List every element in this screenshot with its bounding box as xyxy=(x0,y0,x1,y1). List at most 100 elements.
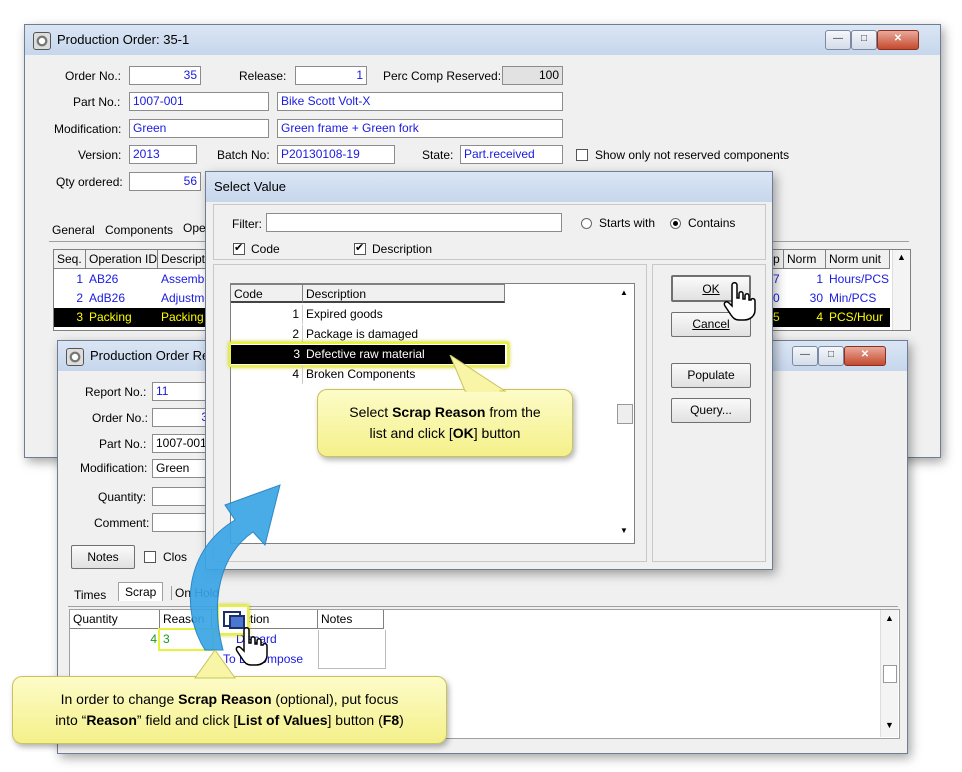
close-button[interactable]: ✕ xyxy=(844,346,886,366)
order-no-label: Order No.: xyxy=(92,411,149,425)
contains-label: Contains xyxy=(688,216,736,230)
filter-input[interactable] xyxy=(266,213,562,232)
scrap-grid-lines xyxy=(318,630,386,669)
scrap-quantity-cell[interactable] xyxy=(70,650,160,669)
scroll-thumb[interactable] xyxy=(617,404,633,424)
release-field[interactable]: 1 xyxy=(295,66,367,85)
contains-radio[interactable] xyxy=(670,218,681,229)
op-norm-unit-cell[interactable]: Hours/PCS xyxy=(826,270,890,289)
value-code-cell[interactable]: 4 xyxy=(231,365,303,384)
callout-bold: OK xyxy=(452,425,474,441)
col-seq-header[interactable]: Seq. xyxy=(54,250,86,269)
part-no-field[interactable]: 1007-001 xyxy=(129,92,269,111)
order-no-field[interactable]: 35 xyxy=(129,66,201,85)
close-button[interactable]: ✕ xyxy=(877,30,919,50)
code-checkbox-label: Code xyxy=(251,242,280,256)
notes-button[interactable]: Notes xyxy=(71,545,135,569)
value-description-cell[interactable]: Expired goods xyxy=(303,305,505,324)
col-quantity-header[interactable]: Quantity xyxy=(70,610,160,629)
modification-desc-field[interactable]: Green frame + Green fork xyxy=(277,119,563,138)
order-no-field[interactable]: 3 xyxy=(152,408,212,427)
value-code-cell[interactable]: 1 xyxy=(231,305,303,324)
op-seq-cell[interactable]: 2 xyxy=(54,289,86,308)
callout-bold: Scrap Reason xyxy=(178,691,272,707)
op-desc-cell[interactable]: Adjustme xyxy=(158,289,212,308)
tab-scrap[interactable]: Scrap xyxy=(118,582,164,601)
modification-field[interactable]: Green xyxy=(129,119,269,138)
hand-cursor-icon xyxy=(235,627,268,666)
op-norm-cell-selected[interactable]: 4 xyxy=(784,308,826,327)
operations-scrollbar[interactable]: ▲ xyxy=(892,250,910,330)
op-seq-cell-selected[interactable]: 3 xyxy=(54,308,86,327)
col-code-header[interactable]: Code xyxy=(231,284,303,303)
col-description-header[interactable]: Descript xyxy=(158,250,212,269)
qty-ordered-field[interactable]: 56 xyxy=(129,172,201,191)
title-bar xyxy=(206,172,772,202)
scroll-up-arrow[interactable]: ▲ xyxy=(897,252,906,262)
maximize-button[interactable]: □ xyxy=(851,30,877,50)
minimize-button[interactable]: — xyxy=(825,30,851,50)
col-notes-header[interactable]: Notes xyxy=(318,610,384,629)
version-field[interactable]: 2013 xyxy=(129,145,197,164)
op-id-cell[interactable]: AdB26 xyxy=(86,289,158,308)
col-norm-unit-header[interactable]: Norm unit xyxy=(826,250,890,269)
op-seq-cell[interactable]: 1 xyxy=(54,270,86,289)
tab-times[interactable]: Times xyxy=(74,588,106,602)
callout-text: ] button ( xyxy=(327,712,383,728)
operations-grid: Seq. Operation ID Descript 1 AB26 Assemb… xyxy=(53,249,213,331)
callout-text: from the xyxy=(485,404,541,420)
callout-text: Select xyxy=(349,404,393,420)
part-no-field[interactable]: 1007-001 xyxy=(152,434,212,453)
scroll-up-arrow[interactable]: ▲ xyxy=(620,288,628,297)
op-norm-unit-cell[interactable]: Min/PCS xyxy=(826,289,890,308)
window-title: Production Order: 35-1 xyxy=(57,32,190,47)
col-operation-id-header[interactable]: Operation ID xyxy=(86,250,158,269)
code-checkbox[interactable] xyxy=(233,241,245,255)
part-desc-field[interactable]: Bike Scott Volt-X xyxy=(277,92,563,111)
op-id-cell-selected[interactable]: Packing xyxy=(86,308,158,327)
populate-button[interactable]: Populate xyxy=(671,363,751,388)
op-desc-cell-selected[interactable]: Packing xyxy=(158,308,212,327)
show-only-checkbox[interactable] xyxy=(576,149,588,161)
col-norm-header[interactable]: Norm xyxy=(784,250,826,269)
query-button[interactable]: Query... xyxy=(671,398,751,423)
op-norm-cell[interactable]: 30 xyxy=(784,289,826,308)
description-checkbox[interactable] xyxy=(354,241,366,255)
value-code-cell-selected[interactable]: 3 xyxy=(231,345,303,364)
state-label: State: xyxy=(422,148,454,162)
op-norm-unit-cell-selected[interactable]: PCS/Hour xyxy=(826,308,890,327)
state-field[interactable]: Part.received xyxy=(460,145,563,164)
op-desc-cell[interactable]: Assemb xyxy=(158,270,212,289)
batch-no-label: Batch No: xyxy=(217,148,270,162)
comment-label: Comment: xyxy=(94,516,150,530)
order-no-label: Order No.: xyxy=(65,69,122,83)
minimize-button[interactable]: — xyxy=(792,346,818,366)
scroll-down-arrow[interactable]: ▼ xyxy=(620,526,628,535)
maximize-button[interactable]: □ xyxy=(818,346,844,366)
op-norm-cell[interactable]: 1 xyxy=(784,270,826,289)
perc-comp-field: 100 xyxy=(502,66,563,85)
scrap-quantity-cell[interactable]: 4 xyxy=(70,630,160,649)
list-scrollbar[interactable]: ▲ ▼ xyxy=(615,284,633,542)
close-checkbox[interactable] xyxy=(144,551,156,563)
tab-components[interactable]: Components xyxy=(105,223,173,237)
col-description-header[interactable]: Description xyxy=(303,284,505,303)
batch-no-field[interactable]: P20130108-19 xyxy=(277,145,395,164)
scroll-up-arrow[interactable]: ▲ xyxy=(885,613,894,623)
report-no-label: Report No.: xyxy=(85,385,147,399)
report-no-field[interactable]: 11 xyxy=(152,382,212,401)
app-icon xyxy=(33,32,51,50)
op-id-cell[interactable]: AB26 xyxy=(86,270,158,289)
tab-general[interactable]: General xyxy=(52,223,95,237)
callout-text: In order to change xyxy=(60,691,179,707)
version-label: Version: xyxy=(78,148,122,162)
scroll-thumb[interactable] xyxy=(883,665,897,683)
scrap-scrollbar[interactable]: ▲ ▼ xyxy=(880,610,898,737)
tab-operations[interactable]: Ope xyxy=(183,221,206,235)
quantity-label: Quantity: xyxy=(98,490,147,504)
scroll-down-arrow[interactable]: ▼ xyxy=(885,720,894,730)
callout-text: ] button xyxy=(473,425,521,441)
part-no-label: Part No.: xyxy=(73,95,121,109)
starts-with-radio[interactable] xyxy=(581,218,592,229)
filter-label: Filter: xyxy=(232,217,262,231)
